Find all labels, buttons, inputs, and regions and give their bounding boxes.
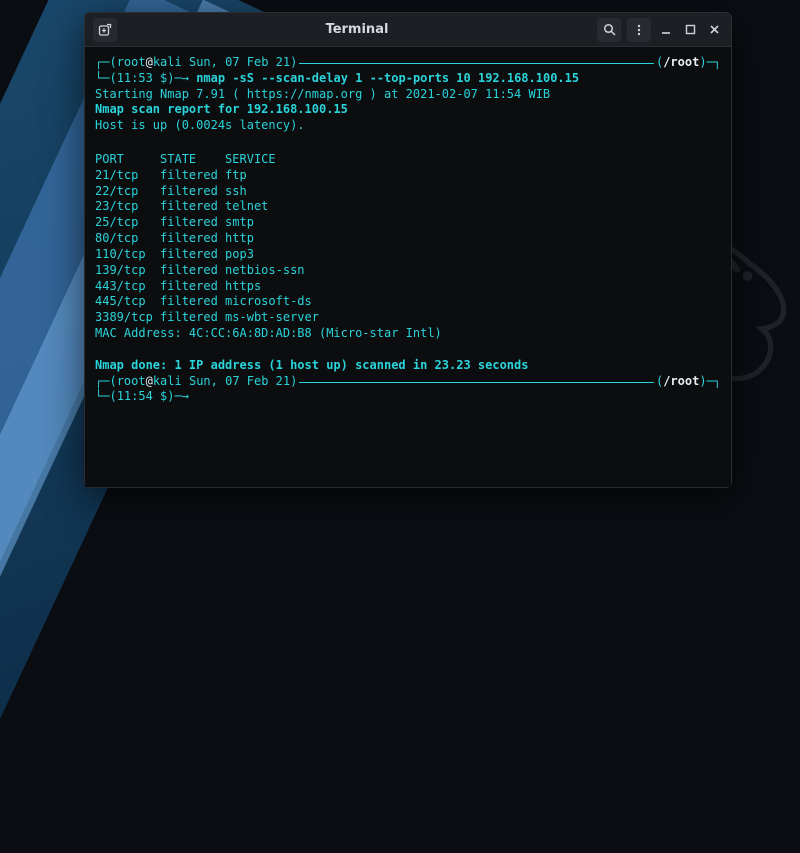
terminal-viewport[interactable]: ┌─(root@kali Sun, 07 Feb 21) (/root)─┐ └… [85,47,731,487]
prompt-host: kali [153,55,182,71]
table-row: 80/tcp filtered http [95,231,721,247]
table-row: 23/tcp filtered telnet [95,199,721,215]
close-icon [709,24,720,35]
prompt-time: 11:53 [117,71,153,85]
output-host-status: Host is up (0.0024s latency). [95,118,721,134]
new-tab-icon [98,23,112,37]
titlebar[interactable]: Terminal [85,13,731,47]
table-row: 25/tcp filtered smtp [95,215,721,231]
close-button[interactable] [705,21,723,39]
maximize-icon [685,24,696,35]
output-start: Starting Nmap 7.91 ( https://nmap.org ) … [95,87,721,103]
search-button[interactable] [597,18,621,42]
window-title: Terminal [123,22,591,37]
terminal-window: Terminal [84,12,732,488]
maximize-button[interactable] [681,21,699,39]
menu-icon [633,24,645,36]
port-table: PORT STATE SERVICE21/tcp filtered ftp22/… [95,152,721,326]
prompt-command-line: └─(11:53 $)─→ nmap -sS --scan-delay 1 --… [95,71,721,87]
table-row: 22/tcp filtered ssh [95,184,721,200]
command-text: nmap -sS --scan-delay 1 --top-ports 10 1… [196,71,579,85]
prompt-top: ┌─(root@kali Sun, 07 Feb 21) (/root)─┐ [95,55,721,71]
search-icon [603,23,616,36]
menu-button[interactable] [627,18,651,42]
table-row: 21/tcp filtered ftp [95,168,721,184]
prompt2-input-line[interactable]: └─(11:54 $)─→ [95,389,721,405]
prompt2-top: ┌─(root@kali Sun, 07 Feb 21) (/root)─┐ [95,374,721,390]
output-mac: MAC Address: 4C:CC:6A:8D:AD:B8 (Micro-st… [95,326,721,342]
table-row: 443/tcp filtered https [95,279,721,295]
output-done: Nmap done: 1 IP address (1 host up) scan… [95,358,721,374]
table-row: 445/tcp filtered microsoft-ds [95,294,721,310]
prompt-date: Sun, 07 Feb 21 [189,55,290,71]
table-row: 110/tcp filtered pop3 [95,247,721,263]
table-row: 139/tcp filtered netbios-ssn [95,263,721,279]
minimize-icon [660,24,672,36]
prompt-user: root [117,55,146,71]
prompt-cwd: /root [663,55,699,71]
new-tab-button[interactable] [93,18,117,42]
output-report: Nmap scan report for 192.168.100.15 [95,102,721,118]
table-header: PORT STATE SERVICE [95,152,721,168]
minimize-button[interactable] [657,21,675,39]
table-row: 3389/tcp filtered ms-wbt-server [95,310,721,326]
